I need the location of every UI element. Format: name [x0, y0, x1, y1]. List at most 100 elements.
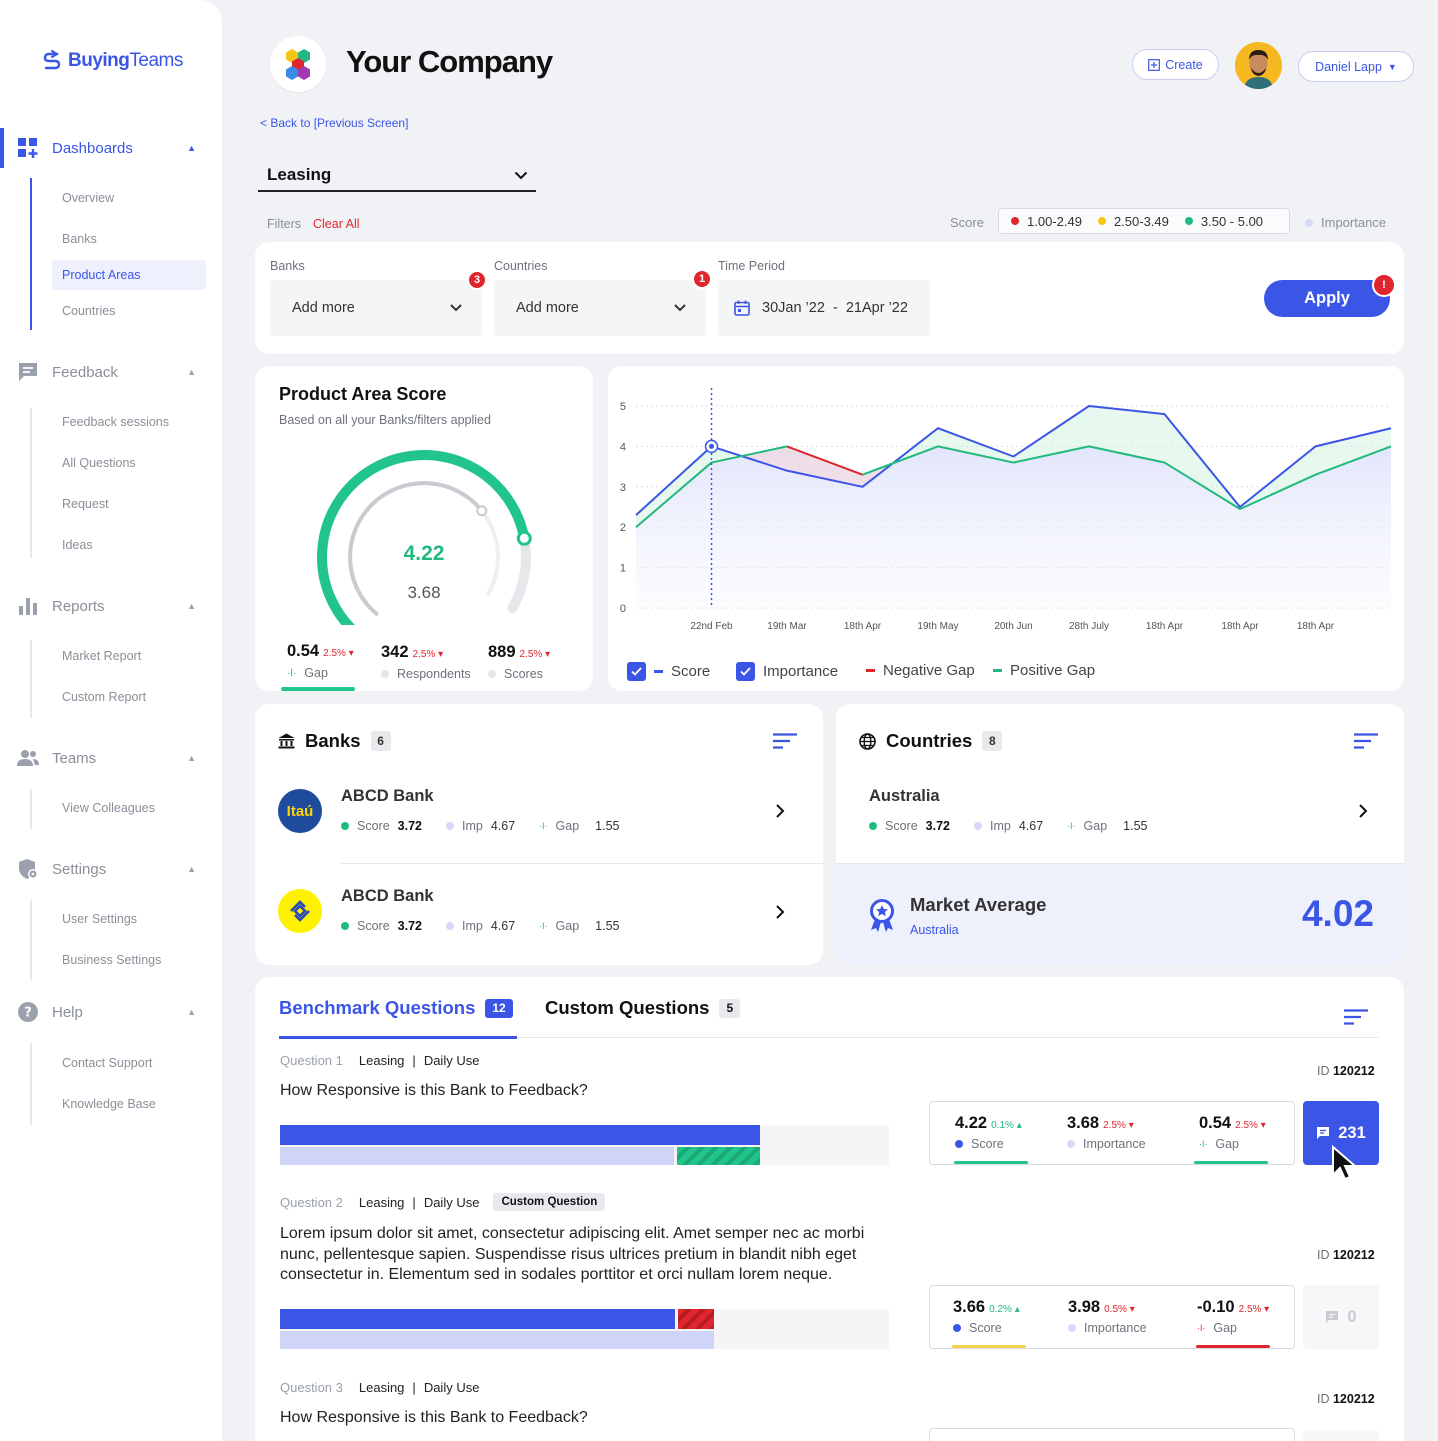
legend-importance[interactable]: Importance: [736, 662, 838, 681]
nav-item-user-settings[interactable]: User Settings: [52, 904, 206, 934]
q1-gap-change-text: 2.5%: [1235, 1120, 1258, 1131]
nav-item-countries[interactable]: Countries: [52, 296, 206, 326]
market-average-title: Market Average: [910, 894, 1047, 915]
gauge-importance-knob: [476, 505, 488, 517]
nav-reports[interactable]: Reports ▲: [16, 592, 196, 620]
time-period-picker[interactable]: 30Jan ’22 - 21Apr ’22: [718, 280, 930, 336]
product-area-value: Leasing: [267, 165, 332, 184]
nav-feedback[interactable]: Feedback ▲: [16, 358, 196, 386]
avatar[interactable]: [1235, 42, 1282, 89]
clear-all-link[interactable]: Clear All: [313, 217, 360, 231]
create-button-label: Create: [1165, 57, 1203, 72]
legend-high: 3.50 - 5.00: [1184, 214, 1263, 229]
banks-filter-select[interactable]: Add more: [270, 280, 482, 336]
legend-score[interactable]: Score: [627, 662, 710, 681]
row-divider: [836, 863, 1404, 864]
nav-item-all-questions[interactable]: All Questions: [52, 448, 206, 478]
nav-teams[interactable]: Teams ▲: [16, 744, 196, 772]
scores-label: Scores: [488, 667, 550, 681]
tab-custom-questions[interactable]: Custom Questions 5: [545, 997, 741, 1019]
banks-filter-value: Add more: [292, 300, 355, 316]
nav-item-feedback-sessions[interactable]: Feedback sessions: [52, 407, 206, 437]
caret-up-icon: ▲: [187, 1007, 196, 1017]
respondents-label: Respondents: [381, 667, 471, 681]
custom-question-tag: Custom Question: [493, 1193, 606, 1211]
bank-building-icon: [278, 733, 295, 749]
avatar-person-icon: [1235, 42, 1282, 89]
q1-score-indicator: [954, 1161, 1028, 1164]
q2-gap-label-text: Gap: [1213, 1321, 1237, 1335]
user-menu-button[interactable]: Daniel Lapp ▼: [1298, 51, 1414, 82]
importance-legend: Importance: [1305, 215, 1386, 230]
nav-item-product-areas[interactable]: Product Areas: [52, 260, 206, 290]
legend-low: 1.00-2.49: [1011, 214, 1082, 229]
nav-line: [30, 640, 32, 718]
caret-up-icon: ▲: [187, 601, 196, 611]
question-3-comments-button[interactable]: [1303, 1430, 1379, 1441]
bank-row-1-name[interactable]: ABCD Bank: [341, 787, 434, 806]
sort-icon[interactable]: [773, 733, 797, 749]
chevron-right-icon[interactable]: [1356, 804, 1370, 818]
people-icon: [16, 746, 40, 770]
score-stat: Score 3.72: [341, 919, 422, 933]
create-button[interactable]: Create: [1132, 49, 1219, 80]
product-area-select[interactable]: Leasing: [258, 160, 536, 192]
banks-count-badge: 6: [370, 731, 391, 751]
imp-stat-value: 4.67: [490, 919, 516, 933]
countries-filter-select[interactable]: Add more: [494, 280, 706, 336]
imp-stat-label: Imp: [462, 919, 483, 933]
x-tick-label: 19th May: [917, 621, 958, 632]
q2-gap-change-text: 2.5%: [1238, 1304, 1262, 1315]
x-tick-label: 18th Apr: [844, 621, 882, 632]
question-area: Leasing: [358, 1194, 405, 1210]
nav-item-contact-support[interactable]: Contact Support: [52, 1048, 206, 1078]
nav-dashboards[interactable]: Dashboards ▲: [16, 134, 196, 162]
nav-item-market-report[interactable]: Market Report: [52, 641, 206, 671]
lavender-dot-icon: [1305, 218, 1313, 227]
countries-title-text: Countries: [886, 730, 973, 751]
nav-item-overview[interactable]: Overview: [52, 183, 206, 213]
nav-item-banks[interactable]: Banks: [52, 224, 206, 254]
chevron-right-icon[interactable]: [773, 804, 787, 818]
question-1-meta: Question 1 Leasing | Daily Use: [280, 1053, 479, 1068]
tab-benchmark-questions[interactable]: Benchmark Questions 12: [279, 997, 513, 1019]
y-tick-label: 0: [620, 603, 626, 615]
q1-score-stat: 4.22 0.1% ▴ Score: [955, 1114, 1022, 1151]
gap-metric-value: 0.54: [287, 642, 320, 660]
q2-gap-label: ·ǀ· Gap: [1197, 1321, 1269, 1335]
nav-item-view-colleagues[interactable]: View Colleagues: [52, 793, 206, 823]
sort-icon[interactable]: [1354, 733, 1378, 749]
q2-score-indicator: [952, 1345, 1026, 1348]
nav-item-custom-report[interactable]: Custom Report: [52, 682, 206, 712]
importance-area: [636, 446, 1391, 608]
chevron-down-icon: [514, 171, 528, 179]
q2-imp-change: 0.5% ▾: [1104, 1304, 1135, 1315]
mouse-cursor-icon: [1332, 1145, 1358, 1181]
chevron-right-icon[interactable]: [773, 905, 787, 919]
countries-filter-value: Add more: [516, 300, 579, 316]
lavender-dot-icon: [1068, 1324, 1076, 1332]
brand-logo[interactable]: BuyingTeams: [42, 50, 183, 72]
sort-icon[interactable]: [1344, 1009, 1368, 1025]
nav-settings[interactable]: Settings ▲: [16, 855, 196, 883]
q2-score-label-text: Score: [969, 1321, 1002, 1335]
yellow-dot-icon: [1097, 217, 1106, 225]
nav-item-ideas[interactable]: Ideas: [52, 530, 206, 560]
nav-item-request[interactable]: Request: [52, 489, 206, 519]
gap-label-text: Gap: [304, 666, 328, 680]
nav-item-business-settings[interactable]: Business Settings: [52, 945, 206, 975]
back-link[interactable]: < Back to [Previous Screen]: [260, 116, 408, 130]
x-tick-label: 18th Apr: [1146, 621, 1184, 632]
nav-help[interactable]: ? Help ▲: [16, 998, 196, 1026]
sidebar: BuyingTeams Dashboards ▲ Overview Banks …: [0, 0, 222, 1441]
checkbox-checked-icon: [736, 662, 755, 681]
red-dot-icon: [1011, 217, 1019, 225]
q1-imp-value: 3.68: [1067, 1114, 1100, 1132]
country-row-name[interactable]: Australia: [869, 787, 940, 806]
bank-row-2-name[interactable]: ABCD Bank: [341, 887, 434, 906]
gap-icon: ·ǀ·: [1067, 821, 1076, 831]
countries-filter-label: Countries: [494, 259, 548, 273]
nav-item-knowledge-base[interactable]: Knowledge Base: [52, 1089, 206, 1119]
question-2-comments-button[interactable]: 0: [1303, 1285, 1379, 1349]
chevron-down-icon: [674, 304, 686, 312]
